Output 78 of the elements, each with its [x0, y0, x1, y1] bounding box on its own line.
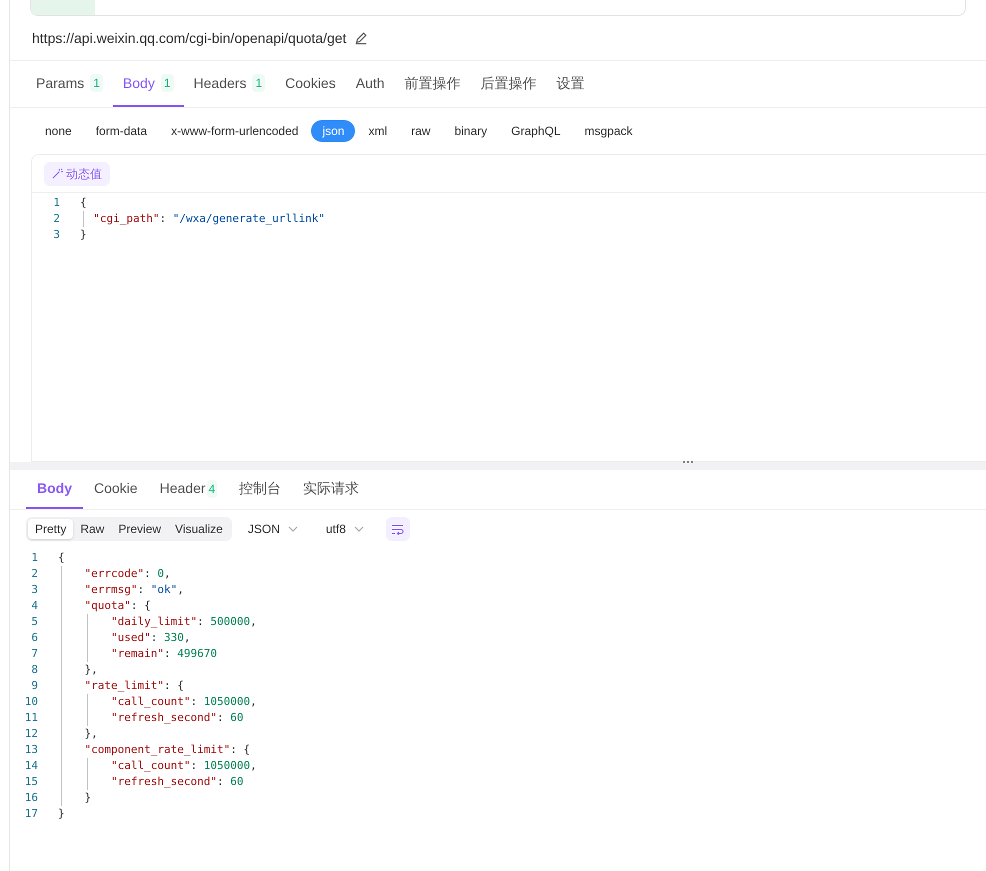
code-line: } — [80, 226, 87, 243]
line-number: 3 — [30, 582, 39, 598]
code-line: "errcode": 0, — [83, 566, 171, 582]
code-line: "daily_limit": 500000, — [110, 614, 257, 630]
code-line: { — [58, 550, 65, 566]
wrap-lines-icon — [391, 524, 404, 534]
body-type-option[interactable]: raw — [400, 120, 442, 142]
line-number: 1 — [52, 194, 61, 211]
code-line: } — [83, 790, 92, 806]
request-tab[interactable]: Cookies — [275, 61, 346, 107]
body-type-option[interactable]: msgpack — [574, 120, 644, 142]
request-tab[interactable]: 前置操作 — [394, 61, 471, 107]
code-line: "cgi_path": "/wxa/generate_urllink" — [92, 210, 326, 227]
response-tab[interactable]: 控制台 — [228, 470, 292, 509]
chevron-down-icon — [288, 526, 298, 532]
pencil-icon[interactable] — [354, 31, 368, 45]
line-number: 16 — [24, 790, 39, 806]
view-mode-option[interactable]: Pretty — [28, 519, 74, 539]
code-line: "refresh_second": 60 — [110, 774, 244, 790]
view-mode-option[interactable]: Visualize — [168, 519, 230, 539]
line-number: 15 — [24, 774, 39, 790]
encoding-select[interactable]: utf8 — [326, 520, 364, 538]
line-number: 1 — [30, 550, 39, 566]
line-number: 11 — [24, 710, 39, 726]
body-type-option[interactable]: x-www-form-urlencoded — [160, 120, 310, 142]
line-number: 12 — [24, 726, 39, 742]
line-number: 5 — [30, 614, 39, 630]
response-tab[interactable]: Body — [26, 470, 83, 509]
request-tab[interactable]: 后置操作 — [470, 61, 547, 107]
response-tab[interactable]: 实际请求 — [292, 470, 370, 509]
magic-wand-icon — [52, 168, 63, 179]
view-mode-option[interactable]: Preview — [111, 519, 168, 539]
request-url: https://api.weixin.qq.com/cgi-bin/openapi/quota/get — [32, 28, 346, 48]
code-line: "quota": { — [83, 598, 151, 614]
code-line: "component_rate_limit": { — [83, 742, 250, 758]
request-tab[interactable]: Headers 1 — [184, 61, 276, 107]
body-type-option[interactable]: form-data — [84, 120, 158, 142]
body-type-option[interactable]: xml — [357, 120, 398, 142]
body-type-option[interactable]: GraphQL — [500, 120, 572, 142]
line-number: 14 — [24, 758, 39, 774]
code-line: }, — [83, 726, 98, 742]
code-line: "call_count": 1050000, — [110, 758, 257, 774]
line-number: 4 — [30, 598, 39, 614]
url-field[interactable] — [30, 0, 966, 16]
view-mode-option[interactable]: Raw — [73, 519, 112, 539]
line-number: 6 — [30, 630, 39, 646]
line-number: 8 — [30, 662, 39, 678]
code-line: "rate_limit": { — [83, 678, 184, 694]
resize-handle-icon[interactable] — [682, 460, 694, 464]
wrap-lines-button[interactable] — [386, 517, 410, 541]
code-line: } — [58, 806, 65, 822]
code-line: "used": 330, — [110, 630, 190, 646]
request-tab[interactable]: Body 1 — [112, 61, 184, 107]
request-tab[interactable]: Auth — [346, 61, 395, 107]
code-line: { — [80, 194, 87, 211]
line-number: 17 — [24, 806, 39, 822]
code-line: "remain": 499670 — [110, 646, 217, 662]
code-line: }, — [83, 662, 98, 678]
body-type-option[interactable]: none — [34, 120, 83, 142]
line-number: 3 — [52, 226, 61, 243]
line-number: 10 — [24, 694, 39, 710]
body-type-option[interactable]: binary — [443, 120, 498, 142]
line-number: 2 — [52, 210, 61, 227]
chevron-down-icon — [354, 526, 364, 532]
line-number: 2 — [30, 566, 39, 582]
line-number: 7 — [30, 646, 39, 662]
dynamic-value-button[interactable]: 动态值 — [44, 162, 110, 186]
request-tab[interactable]: 设置 — [546, 61, 595, 107]
code-line: "refresh_second": 60 — [110, 710, 244, 726]
format-select[interactable]: JSON — [246, 520, 300, 538]
request-tab[interactable]: Params 1 — [26, 61, 113, 107]
code-line: "call_count": 1050000, — [110, 694, 257, 710]
response-tab[interactable]: Header 4 — [148, 470, 228, 509]
code-line: "errmsg": "ok", — [83, 582, 184, 598]
response-tab[interactable]: Cookie — [83, 470, 149, 509]
line-number: 13 — [24, 742, 39, 758]
method-badge — [31, 0, 95, 15]
line-number: 9 — [30, 678, 39, 694]
